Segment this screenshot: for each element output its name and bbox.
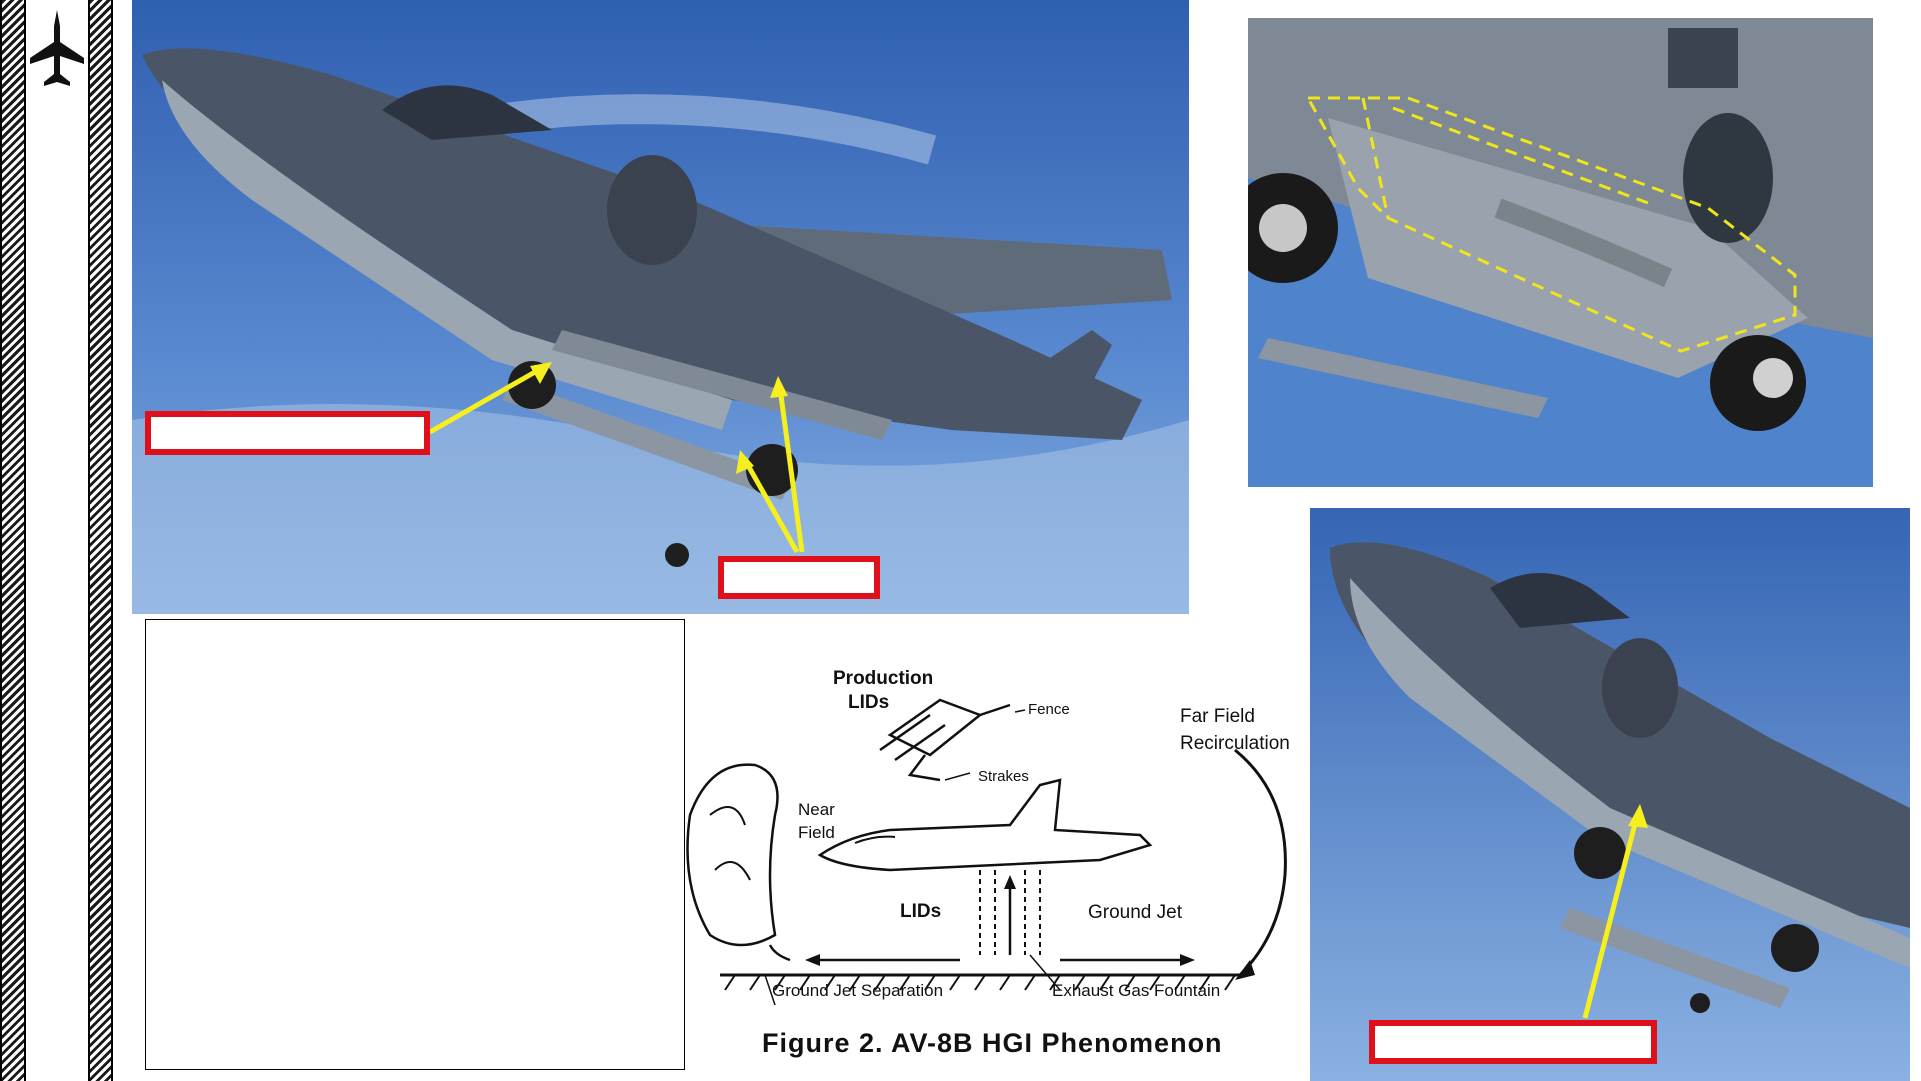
sidebar-hatch-right <box>88 0 113 1081</box>
label-production: Production <box>833 668 933 689</box>
jet-aircraft-icon <box>26 4 88 94</box>
main-aircraft-photo <box>132 0 1189 614</box>
label-lids-top: LIDs <box>848 692 889 713</box>
label-lids-bottom: LIDs <box>900 901 941 922</box>
text-panel <box>145 619 685 1070</box>
label-fence: Fence <box>1028 701 1070 718</box>
sidebar-hatch-left <box>0 0 26 1081</box>
strakes-closeup-photo <box>1248 18 1873 487</box>
hgi-phenomenon-diagram: Production LIDs Fence Strakes Far Field … <box>686 668 1290 1006</box>
label-far-field: Far Field <box>1180 706 1255 727</box>
label-exhaust-gas-fountain: Exhaust Gas Fountain <box>1052 981 1220 1000</box>
label-recirculation: Recirculation <box>1180 733 1290 754</box>
label-strakes: Strakes <box>978 768 1029 785</box>
callout-box-left <box>145 411 430 455</box>
label-near: Near <box>798 800 835 819</box>
label-field: Field <box>798 823 835 842</box>
nose-gear-photo <box>1310 508 1910 1081</box>
figure-caption: Figure 2. AV-8B HGI Phenomenon <box>762 1028 1223 1058</box>
label-ground-jet-separation: Ground Jet Separation <box>772 981 943 1000</box>
label-ground-jet: Ground Jet <box>1088 902 1183 923</box>
callout-box-center <box>718 556 880 599</box>
callout-box-bottom-right <box>1369 1020 1657 1064</box>
